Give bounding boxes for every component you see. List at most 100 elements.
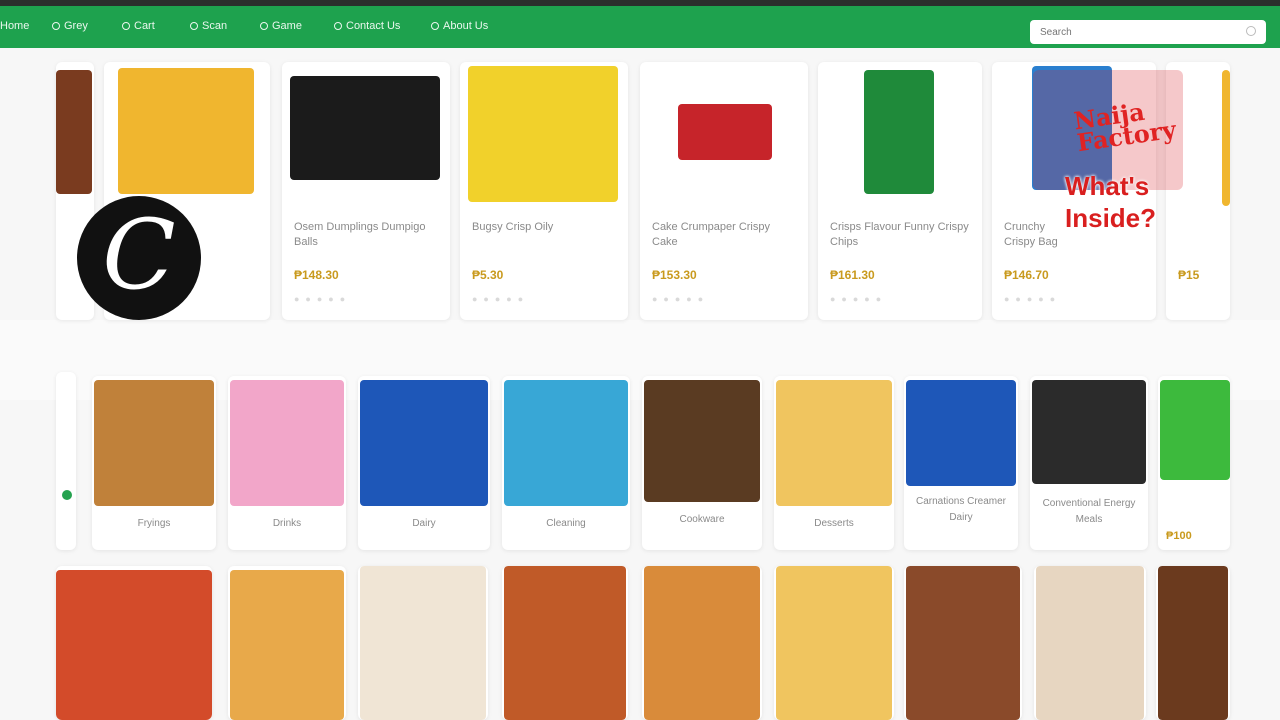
- category-image: [1032, 380, 1146, 484]
- overlay-line1: What's: [1065, 171, 1150, 201]
- search-box[interactable]: [1030, 20, 1266, 44]
- phone-icon: [260, 22, 268, 30]
- category-card[interactable]: Cleaning: [502, 376, 630, 550]
- nav-about-us[interactable]: About Us: [431, 20, 488, 32]
- category-label: Dairy: [412, 518, 436, 529]
- product-tile-image: [906, 566, 1020, 720]
- overlay-line2: Inside?: [1065, 203, 1157, 233]
- product-price: ₱161.30: [830, 268, 875, 282]
- product-price: ₱153.30: [652, 268, 697, 282]
- product-name: Crisps Flavour Funny Crispy Chips: [830, 221, 969, 248]
- overlay-subtitle: What's Inside?: [1065, 170, 1156, 234]
- logo-letter: C: [102, 199, 176, 311]
- product-name: Cake Crumpaper Crispy Cake: [652, 221, 770, 248]
- product-card[interactable]: Osem Dumplings Dumpigo Balls ₱148.30 ●●●…: [282, 62, 450, 320]
- circle-icon: [52, 22, 60, 30]
- category-card[interactable]: ₱100: [1158, 376, 1230, 550]
- product-name: Osem Dumplings Dumpigo Balls: [294, 221, 426, 248]
- category-image: [230, 380, 344, 506]
- category-label: Carnations Creamer Dairy: [915, 496, 1007, 523]
- category-label: Cookware: [679, 514, 725, 525]
- rating-stars: ●●●●●: [294, 294, 352, 304]
- nav-home[interactable]: Home: [0, 20, 29, 32]
- product-image: [56, 70, 92, 194]
- category-card[interactable]: Drinks: [228, 376, 346, 550]
- product-price: ₱15: [1178, 268, 1200, 282]
- category-image: [776, 380, 892, 506]
- product-tile-image: [56, 570, 212, 720]
- category-image: [360, 380, 488, 506]
- product-tile-image: [1036, 566, 1144, 720]
- product-price: ₱5.30: [472, 268, 504, 282]
- product-tile[interactable]: [642, 566, 762, 720]
- category-card[interactable]: Fryings: [92, 376, 216, 550]
- category-card[interactable]: Carnations Creamer Dairy: [904, 376, 1018, 550]
- search-input[interactable]: [1038, 20, 1242, 44]
- category-label: Drinks: [272, 518, 302, 529]
- product-card[interactable]: Crisps Flavour Funny Crispy Chips ₱161.3…: [818, 62, 982, 320]
- product-tile[interactable]: [774, 566, 894, 720]
- info-icon: [431, 22, 439, 30]
- product-card[interactable]: Cake Crumpaper Crispy Cake ₱153.30 ●●●●●: [640, 62, 808, 320]
- product-tile[interactable]: [502, 566, 628, 720]
- category-label: Conventional Energy Meals: [1042, 498, 1136, 525]
- nav-home-label: Home: [0, 20, 30, 32]
- product-image: [118, 68, 254, 194]
- product-tile[interactable]: [1034, 566, 1146, 720]
- video-title-overlay: Naija Factory What's Inside?: [1025, 70, 1225, 250]
- product-tile-image: [360, 566, 486, 720]
- rating-stars: ●●●●●: [652, 294, 710, 304]
- product-card[interactable]: Bugsy Crisp Oily ₱5.30 ●●●●●: [460, 62, 628, 320]
- category-image: [906, 380, 1016, 486]
- rating-stars: ●●●●●: [830, 294, 888, 304]
- nav-contact-label: Contact Us: [346, 20, 401, 32]
- category-card[interactable]: [56, 372, 76, 550]
- rating-stars: ●●●●●: [472, 294, 530, 304]
- category-label: Desserts: [814, 518, 854, 529]
- product-image: [678, 104, 772, 160]
- product-tile-image: [644, 566, 760, 720]
- category-card[interactable]: Cookware: [642, 376, 762, 550]
- product-tile-image: [230, 570, 344, 720]
- search-icon[interactable]: [1246, 26, 1256, 36]
- product-tile[interactable]: [228, 566, 346, 720]
- product-tile[interactable]: [358, 566, 488, 720]
- nav-game-label: Game: [272, 20, 302, 32]
- category-card[interactable]: Conventional Energy Meals: [1030, 376, 1148, 550]
- product-image: [468, 66, 618, 202]
- nav-grey-label: Grey: [64, 20, 88, 32]
- nav-scan-label: Scan: [202, 20, 228, 32]
- scan-icon: [190, 22, 198, 30]
- nav-scan[interactable]: Scan: [190, 20, 227, 32]
- nav-contact-us[interactable]: Contact Us: [334, 20, 400, 32]
- product-name: Bugsy Crisp Oily: [472, 221, 554, 233]
- category-image: [1160, 380, 1230, 480]
- product-tile-image: [504, 566, 626, 720]
- cart-icon: [122, 22, 130, 30]
- product-price: ₱146.70: [1004, 268, 1049, 282]
- product-tile[interactable]: [1156, 566, 1230, 720]
- main-navbar: Home Grey Cart Scan Game Contact Us Abou…: [0, 6, 1280, 48]
- product-tile-image: [1158, 566, 1228, 720]
- category-price: ₱100: [1166, 530, 1192, 542]
- category-label: Fryings: [137, 518, 171, 529]
- nav-grey[interactable]: Grey: [52, 20, 88, 32]
- product-tile-image: [776, 566, 892, 720]
- channel-logo: C: [77, 196, 201, 320]
- nav-game[interactable]: Game: [260, 20, 302, 32]
- nav-about-label: About Us: [443, 20, 489, 32]
- product-price: ₱148.30: [294, 268, 339, 282]
- category-image: [504, 380, 628, 506]
- product-image: [290, 76, 440, 180]
- nav-cart[interactable]: Cart: [122, 20, 155, 32]
- category-image: [94, 380, 214, 506]
- contact-icon: [334, 22, 342, 30]
- product-tile[interactable]: [904, 566, 1022, 720]
- nav-cart-label: Cart: [134, 20, 155, 32]
- category-label: Cleaning: [546, 518, 586, 529]
- product-image: [864, 70, 934, 194]
- product-tile[interactable]: [56, 566, 212, 720]
- category-card[interactable]: Desserts: [774, 376, 894, 550]
- category-image: [644, 380, 760, 502]
- category-card[interactable]: Dairy: [358, 376, 490, 550]
